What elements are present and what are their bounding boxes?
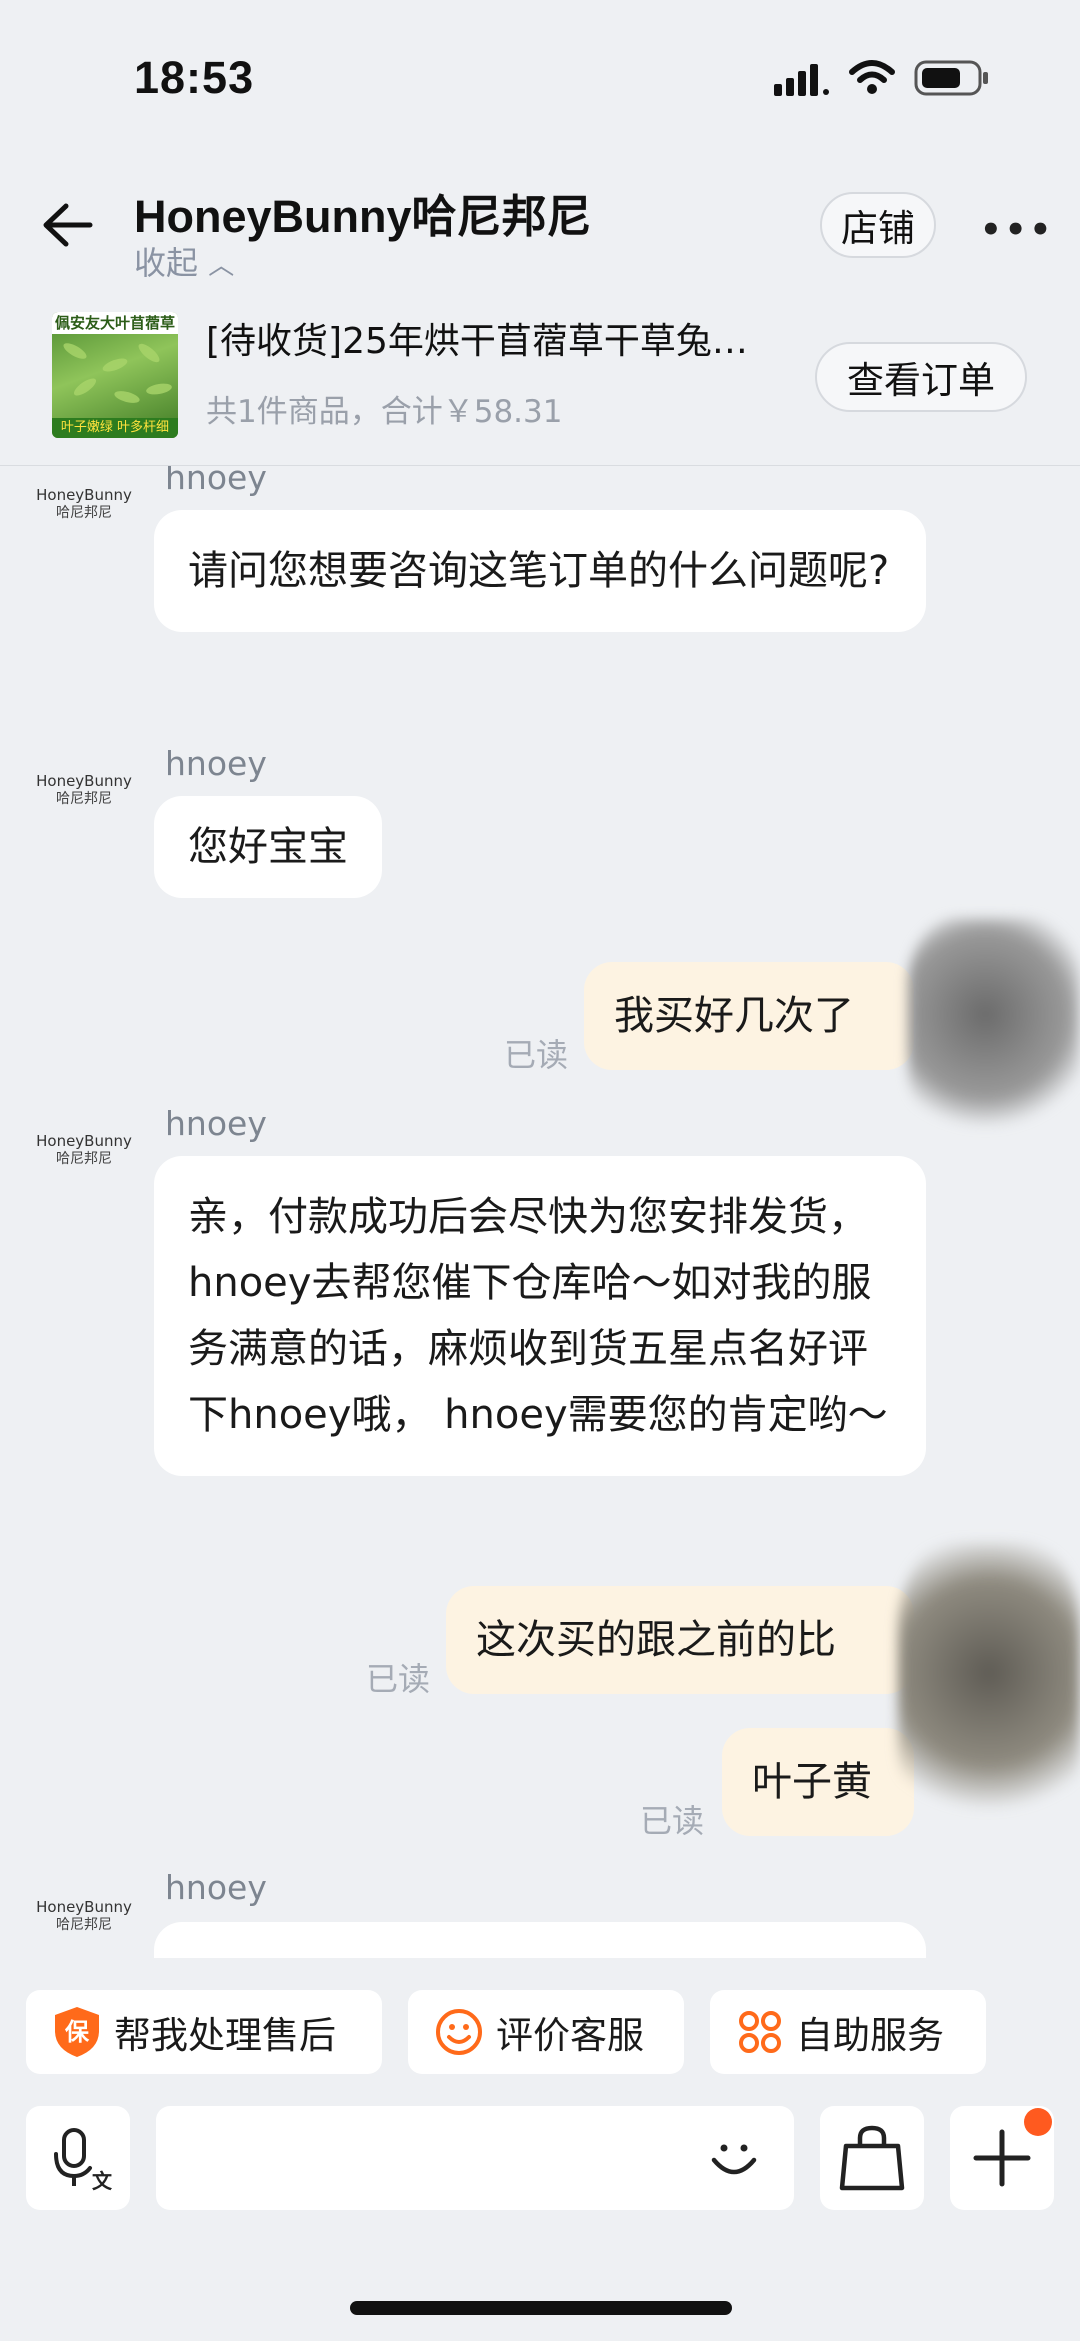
- order-card[interactable]: 佩安友大叶苜蓿草 叶子嫩绿 叶多杆细 [待收货]25年烘干苜蓿草干草兔… 共1件…: [0, 300, 1080, 466]
- avatar[interactable]: HoneyBunny 哈尼邦尼: [26, 486, 142, 522]
- status-time: 18:53: [134, 52, 255, 103]
- rate-service-label: 评价客服: [496, 2014, 644, 2057]
- smiley-icon: [434, 2007, 484, 2057]
- product-thumbnail: 佩安友大叶苜蓿草 叶子嫩绿 叶多杆细: [52, 312, 178, 438]
- avatar-line1: HoneyBunny: [36, 1132, 132, 1150]
- read-status: 已读: [504, 1036, 569, 1074]
- status-bar: 18:53: [0, 0, 1080, 150]
- order-title: [待收货]25年烘干苜蓿草干草兔…: [206, 321, 748, 362]
- sender-name: hnoey: [165, 1868, 267, 1907]
- avatar-line2: 哈尼邦尼: [56, 1151, 112, 1167]
- redacted-avatar: [908, 918, 1080, 1132]
- svg-text:文: 文: [92, 2169, 113, 2193]
- thumb-top-text: 佩安友大叶苜蓿草: [52, 312, 178, 334]
- battery-icon: [914, 60, 988, 96]
- cellular-signal-icon: [774, 64, 829, 96]
- shop-title: HoneyBunny哈尼邦尼: [134, 191, 592, 242]
- message-input[interactable]: [156, 2106, 794, 2210]
- sender-name: hnoey: [165, 1104, 267, 1143]
- chevron-up-icon: ︿: [208, 251, 235, 281]
- grid-service-icon: [736, 2008, 784, 2056]
- message-bubble-self[interactable]: 这次买的跟之前的比: [446, 1586, 914, 1694]
- message-bubble[interactable]: 亲，付款成功后会尽快为您安排发货，hnoey去帮您催下仓库哈～如对我的服务满意的…: [154, 1156, 926, 1476]
- back-arrow-icon[interactable]: [40, 200, 96, 250]
- emoji-icon[interactable]: [702, 2126, 766, 2190]
- redacted-avatar: [898, 1542, 1080, 1832]
- sender-name: hnoey: [165, 744, 267, 783]
- wifi-icon: [849, 60, 895, 94]
- message-bubble[interactable]: 请问您想要咨询这笔订单的什么问题呢?: [154, 510, 926, 632]
- after-sales-button[interactable]: 保 帮我处理售后: [26, 1990, 382, 2074]
- rate-service-button[interactable]: 评价客服: [408, 1990, 684, 2074]
- avatar-line2: 哈尼邦尼: [56, 791, 112, 807]
- message-bubble-self[interactable]: 我买好几次了: [584, 962, 914, 1070]
- avatar[interactable]: HoneyBunny 哈尼邦尼: [26, 1132, 142, 1168]
- shield-bao-icon: 保: [52, 2005, 102, 2059]
- read-status: 已读: [640, 1802, 705, 1840]
- chat-messages[interactable]: HoneyBunny 哈尼邦尼 hnoey 请问您想要咨询这笔订单的什么问题呢?…: [0, 466, 1080, 1958]
- avatar-line2: 哈尼邦尼: [56, 505, 112, 521]
- collapse-toggle[interactable]: 收起 ︿: [134, 238, 234, 284]
- avatar[interactable]: HoneyBunny 哈尼邦尼: [26, 1898, 142, 1934]
- read-status: 已读: [366, 1660, 431, 1698]
- svg-text:保: 保: [64, 2018, 90, 2046]
- avatar[interactable]: HoneyBunny 哈尼邦尼: [26, 772, 142, 808]
- message-bubble-self[interactable]: 叶子黄: [722, 1728, 914, 1836]
- voice-button[interactable]: 文: [26, 2106, 130, 2210]
- view-order-button[interactable]: 查看订单: [815, 342, 1027, 412]
- shop-bag-button[interactable]: [820, 2106, 924, 2210]
- avatar-line1: HoneyBunny: [36, 772, 132, 790]
- after-sales-label: 帮我处理售后: [114, 2014, 336, 2057]
- chat-header: HoneyBunny哈尼邦尼 收起 ︿ 店铺 •••: [0, 160, 1080, 300]
- sender-name: hnoey: [165, 466, 267, 497]
- voice-translate-icon: 文: [54, 2128, 113, 2193]
- avatar-line1: HoneyBunny: [36, 1898, 132, 1916]
- store-button[interactable]: 店铺: [820, 192, 936, 258]
- self-service-label: 自助服务: [796, 2014, 944, 2057]
- order-summary: 共1件商品，合计￥58.31: [206, 394, 563, 430]
- collapse-label: 收起: [134, 244, 199, 282]
- message-bubble[interactable]: 您好宝宝: [154, 796, 382, 898]
- avatar-line2: 哈尼邦尼: [56, 1917, 112, 1933]
- message-bubble[interactable]: [154, 1922, 926, 1958]
- self-service-button[interactable]: 自助服务: [710, 1990, 986, 2074]
- avatar-line1: HoneyBunny: [36, 486, 132, 504]
- thumb-bottom-text: 叶子嫩绿 叶多杆细: [52, 418, 178, 438]
- notification-dot: [1024, 2108, 1052, 2136]
- home-indicator: [350, 2301, 732, 2315]
- shopping-bag-icon: [839, 2125, 905, 2191]
- more-options-icon[interactable]: •••: [980, 210, 1054, 250]
